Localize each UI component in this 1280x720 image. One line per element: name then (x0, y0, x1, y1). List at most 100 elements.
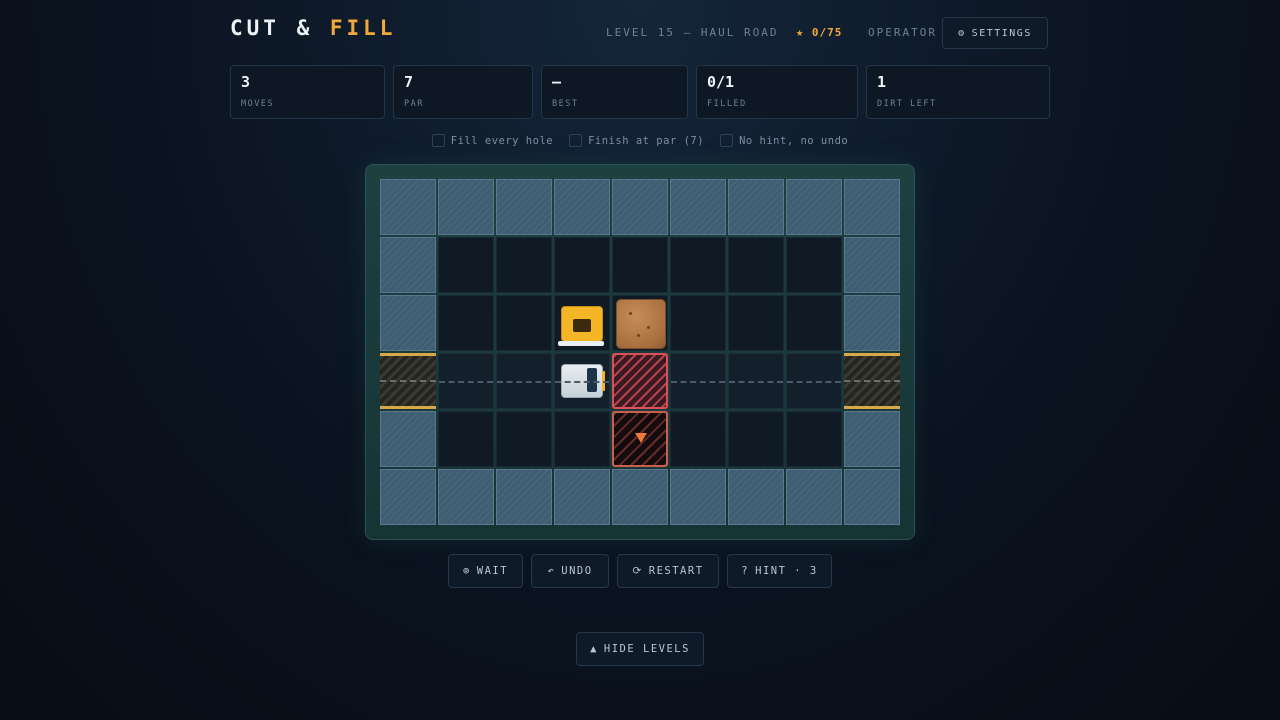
stat-moves: 3 MOVES (230, 65, 385, 119)
goal-label: Fill every hole (450, 134, 554, 147)
stat-label: FILLED (707, 99, 747, 109)
tile-road[interactable] (438, 353, 494, 409)
goal-checkbox (720, 134, 734, 147)
stat-value: 0/1 (707, 73, 735, 91)
level-label: LEVEL 15 — HAUL ROAD (606, 26, 779, 39)
tile-floor[interactable] (612, 237, 668, 293)
tile-floor[interactable] (786, 237, 842, 293)
hint-button[interactable]: ? HINT · 3 (727, 554, 832, 588)
title-accent: FILL (329, 16, 397, 40)
restart-icon: ⟳ (632, 565, 643, 577)
tile-wall[interactable] (380, 469, 436, 525)
tile-road[interactable] (786, 353, 842, 409)
undo-icon: ↶ (547, 565, 556, 577)
tile-floor[interactable] (670, 295, 726, 351)
tile-wall[interactable] (380, 179, 436, 235)
dirt-block-icon (616, 299, 666, 349)
tile-floor[interactable] (496, 295, 552, 351)
undo-label: UNDO (561, 565, 593, 577)
chevron-up-icon: ▲ (590, 643, 598, 655)
tile-floor[interactable] (670, 237, 726, 293)
tile-floor[interactable] (554, 237, 610, 293)
tile-floor[interactable] (728, 237, 784, 293)
tile-road[interactable] (670, 353, 726, 409)
tile-truck[interactable] (554, 295, 610, 351)
tile-wall[interactable] (844, 295, 900, 351)
tile-wall[interactable] (612, 179, 668, 235)
settings-button[interactable]: ⚙ SETTINGS (942, 17, 1048, 49)
stat-par: 7 PAR (393, 65, 533, 119)
stat-value: 7 (404, 73, 414, 91)
tile-road[interactable] (496, 353, 552, 409)
tile-wall[interactable] (380, 411, 436, 467)
goal-label: No hint, no undo (739, 134, 849, 147)
restart-button[interactable]: ⟳ RESTART (617, 554, 719, 588)
wait-icon: ⊚ (462, 565, 471, 577)
tile-wall[interactable] (728, 179, 784, 235)
tile-dirt[interactable] (612, 295, 668, 351)
tile-floor[interactable] (554, 411, 610, 467)
stat-value: 1 (877, 73, 887, 91)
tile-gate[interactable] (844, 353, 900, 409)
tile-dozer[interactable] (554, 353, 610, 409)
goal-list: Fill every hole Finish at par (7) No hin… (0, 134, 1280, 147)
tile-floor[interactable] (786, 411, 842, 467)
tile-floor[interactable] (496, 237, 552, 293)
tile-floor[interactable] (728, 411, 784, 467)
tile-wall[interactable] (844, 411, 900, 467)
stat-label: DIRT LEFT (877, 99, 937, 109)
tile-wall[interactable] (438, 179, 494, 235)
tile-wall[interactable] (670, 179, 726, 235)
hide-levels-button[interactable]: ▲ HIDE LEVELS (576, 632, 704, 666)
gear-icon: ⚙ (958, 27, 966, 39)
title-main: CUT & (230, 16, 330, 40)
tile-floor[interactable] (728, 295, 784, 351)
stat-best: — BEST (541, 65, 688, 119)
tile-road[interactable] (728, 353, 784, 409)
tile-wall[interactable] (380, 295, 436, 351)
goal-item: Fill every hole (431, 134, 554, 147)
tile-floor[interactable] (438, 295, 494, 351)
tile-floor[interactable] (438, 237, 494, 293)
tile-wall[interactable] (496, 179, 552, 235)
tile-wall[interactable] (786, 469, 842, 525)
tile-hole[interactable] (612, 353, 668, 409)
tile-floor[interactable] (670, 411, 726, 467)
goal-item: No hint, no undo (720, 134, 848, 147)
tile-wall[interactable] (554, 469, 610, 525)
tile-wall[interactable] (844, 179, 900, 235)
truck-selection-bar (558, 341, 604, 346)
tile-floor[interactable] (786, 295, 842, 351)
tile-wall[interactable] (670, 469, 726, 525)
tile-wall[interactable] (612, 469, 668, 525)
tile-gate[interactable] (380, 353, 436, 409)
tile-floor[interactable] (438, 411, 494, 467)
game-board[interactable] (365, 164, 915, 540)
tile-wall[interactable] (786, 179, 842, 235)
star-value: 0/75 (811, 26, 843, 39)
stat-dirt-left: 1 DIRT LEFT (866, 65, 1050, 119)
tile-wall[interactable] (844, 469, 900, 525)
tile-wall[interactable] (844, 237, 900, 293)
tile-wall[interactable] (554, 179, 610, 235)
wait-label: WAIT (476, 565, 509, 577)
stat-label: BEST (552, 99, 579, 109)
goal-checkbox (569, 134, 583, 147)
tile-wall[interactable] (438, 469, 494, 525)
hint-icon: ? (741, 565, 750, 577)
goal-label: Finish at par (7) (588, 134, 705, 147)
tile-floor[interactable] (496, 411, 552, 467)
goal-checkbox (431, 134, 445, 147)
star-count: ★ 0/75 (796, 25, 842, 39)
dump-truck-icon (561, 306, 603, 342)
tile-wall[interactable] (728, 469, 784, 525)
undo-button[interactable]: ↶ UNDO (531, 554, 609, 588)
wait-button[interactable]: ⊚ WAIT (448, 554, 523, 588)
bulldozer-icon (561, 364, 605, 398)
stat-value: 3 (241, 73, 251, 91)
tile-cut[interactable] (612, 411, 668, 467)
tile-wall[interactable] (496, 469, 552, 525)
tile-wall[interactable] (380, 237, 436, 293)
hide-levels-label: HIDE LEVELS (603, 643, 690, 655)
operator-label: OPERATOR (868, 26, 937, 39)
